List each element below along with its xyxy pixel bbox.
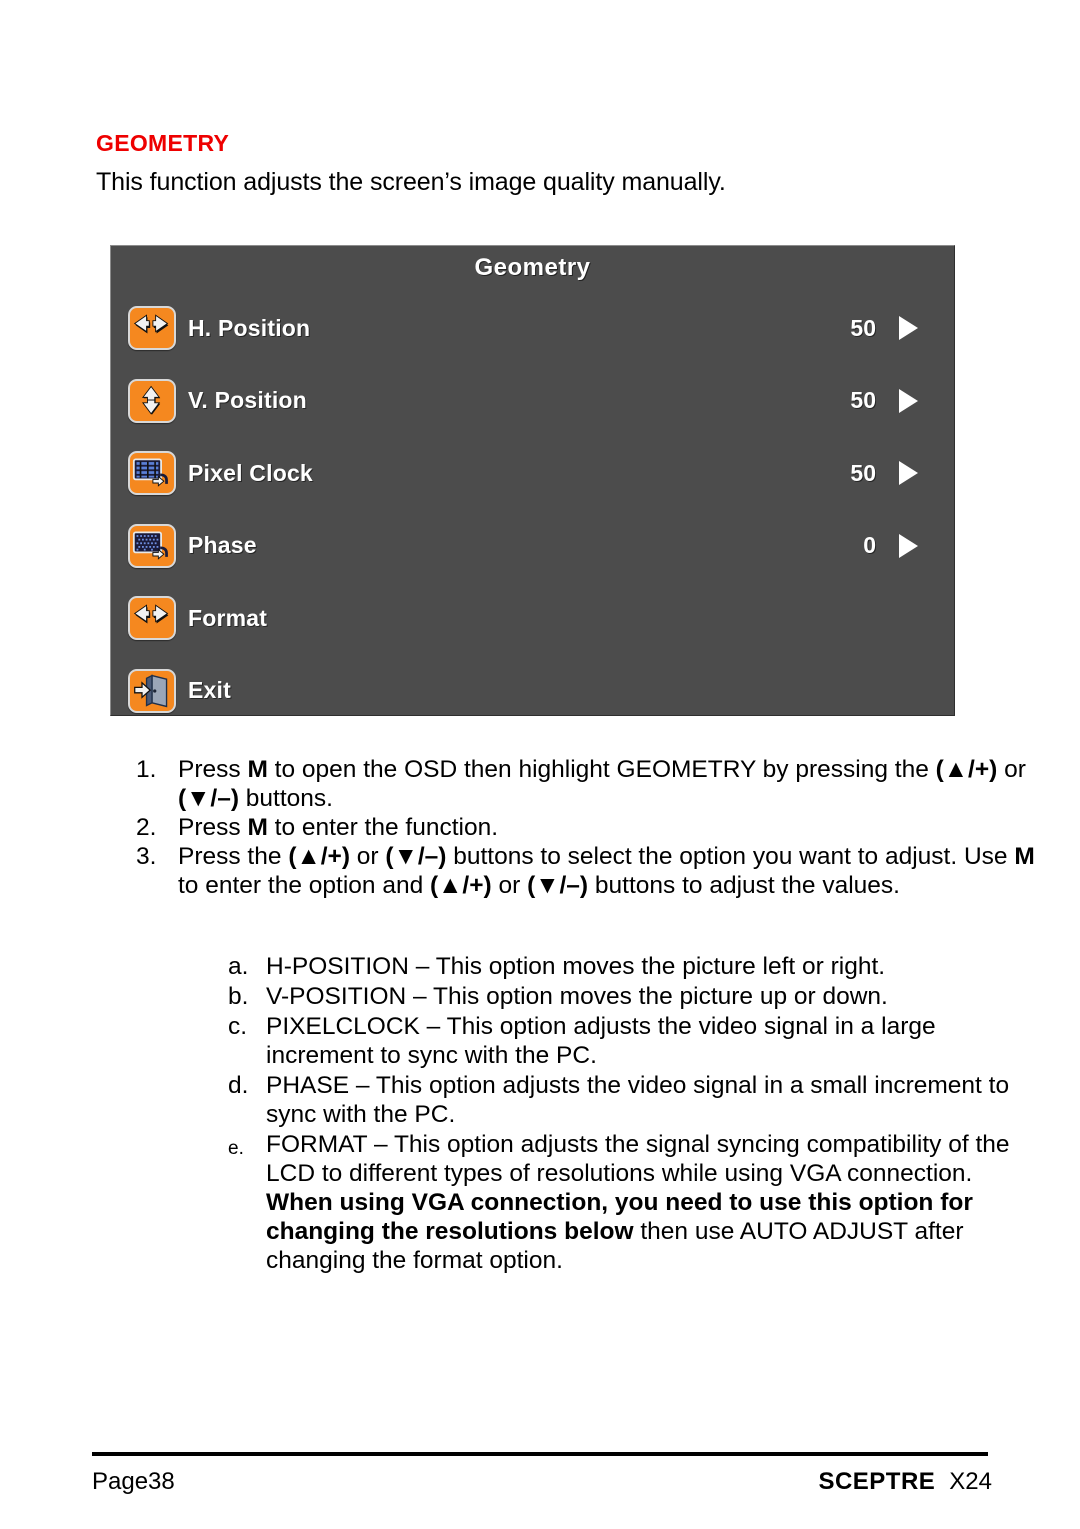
osd-row-label: Pixel Clock [188,459,313,486]
emphasis-text: (▲/+) [430,872,492,899]
substep-text: PIXELCLOCK – This option adjusts the vid… [266,1012,1028,1070]
step-marker: 3. [136,843,157,870]
osd-row-value: 0 [863,532,876,559]
horizontal-arrows-icon [128,596,176,641]
option-description: a. H-POSITION – This option moves the pic… [228,952,1028,981]
osd-row-label: Format [188,604,268,631]
manual-page: GEOMETRY This function adjusts the scree… [0,0,1080,1529]
osd-row-h-position[interactable]: H. Position 50 [111,292,954,365]
chevron-right-icon[interactable] [899,533,918,558]
chevron-right-icon[interactable] [899,316,918,341]
vertical-arrows-icon [128,378,176,423]
body-text: PHASE – This option adjusts the video si… [266,1072,1010,1128]
osd-row-label: H. Position [188,314,311,341]
osd-row-pixel-clock[interactable]: Pixel Clock 50 [111,437,954,510]
instruction-step: 1. Press M to open the OSD then highlight… [136,755,1051,813]
page-title: GEOMETRY [96,130,230,156]
body-text: buttons to select the option you want to… [446,843,1015,870]
substep-marker: a. [228,953,249,980]
option-description: c. PIXELCLOCK – This option adjusts the v… [228,1012,1028,1070]
footer-page-number: Page38 [92,1468,175,1495]
emphasis-text: (▲/+) [288,843,350,870]
osd-row-label: V. Position [188,387,307,414]
body-text: to enter the option and [178,872,430,899]
body-text: Press [178,756,248,783]
emphasis-text: (▼/–) [178,785,239,812]
footer-model: X24 [949,1468,992,1495]
osd-row-phase[interactable]: Phase 0 [111,510,954,583]
step-marker: 2. [136,814,157,841]
body-text: FORMAT – This option adjusts the signal … [266,1131,1010,1187]
exit-door-icon [128,668,176,713]
body-text: H-POSITION – This option moves the pictu… [266,953,886,980]
instruction-steps: 1. Press M to open the OSD then highlight… [136,755,1051,900]
body-text: or [491,872,528,899]
emphasis-text: M [1014,843,1035,870]
emphasis-text: (▼/–) [385,843,447,870]
substep-text: FORMAT – This option adjusts the signal … [266,1130,1028,1275]
substep-marker: e. [228,1138,244,1159]
phase-monitor-icon [128,523,176,568]
footer-brand: SCEPTRE [818,1468,936,1495]
substep-marker: b. [228,983,249,1010]
body-text: V-POSITION – This option moves the pictu… [266,983,888,1010]
instruction-step: 3. Press the (▲/+) or (▼/–) buttons to se… [136,842,1051,900]
osd-row-value: 50 [850,459,876,486]
chevron-right-icon[interactable] [899,388,918,413]
osd-title: Geometry [474,254,591,281]
substep-text: V-POSITION – This option moves the pictu… [266,982,1028,1011]
body-text: Press the [178,843,289,870]
substep-marker: d. [228,1072,249,1099]
body-text: PIXELCLOCK – This option adjusts the vid… [266,1013,936,1069]
emphasis-text: M [247,756,268,783]
body-text: buttons to adjust the values. [588,872,900,899]
substep-text: PHASE – This option adjusts the video si… [266,1071,1028,1129]
osd-row-value: 50 [850,387,876,414]
osd-row-label: Exit [188,677,231,704]
body-text: to open the OSD then highlight GEOMETRY … [267,756,936,783]
pixel-clock-monitor-icon [128,451,176,496]
horizontal-arrows-icon [128,306,176,351]
body-text: to enter the function. [267,814,499,841]
osd-row-value: 50 [850,314,876,341]
step-text: Press M to open the OSD then highlight G… [178,755,1051,813]
body-text: or [997,756,1026,783]
option-description: e. FORMAT – This option adjusts the signa… [228,1130,1028,1275]
emphasis-text: (▼/–) [527,872,589,899]
osd-row-label: Phase [188,532,257,559]
osd-menu-panel: Geometry H. Position 50 V. Position 50 Pixel… [110,245,955,716]
osd-row-v-position[interactable]: V. Position 50 [111,365,954,438]
footer-divider [92,1452,988,1456]
intro-paragraph: This function adjusts the screen’s image… [96,168,726,196]
substep-marker: c. [228,1013,248,1040]
emphasis-text: (▲/+) [935,756,998,783]
osd-menu-list: H. Position 50 V. Position 50 Pixel Clock 50 P… [111,292,954,727]
osd-row-format[interactable]: Format [111,582,954,655]
emphasis-text: M [247,814,268,841]
body-text: buttons. [239,785,333,812]
body-text: or [350,843,386,870]
step-marker: 1. [136,756,157,783]
instruction-step: 2. Press M to enter the function. [136,813,1051,842]
step-text: Press M to enter the function. [178,813,1051,842]
body-text: Press [178,814,248,841]
footer-brand-block: SCEPTRE X24 [818,1468,992,1496]
option-description: d. PHASE – This option adjusts the video … [228,1071,1028,1129]
option-description: b. V-POSITION – This option moves the pic… [228,982,1028,1011]
step-text: Press the (▲/+) or (▼/–) buttons to sele… [178,842,1051,900]
option-descriptions: a. H-POSITION – This option moves the pic… [228,952,1028,1276]
chevron-right-icon[interactable] [899,461,918,486]
substep-text: H-POSITION – This option moves the pictu… [266,952,1028,981]
osd-row-exit[interactable]: Exit [111,655,954,728]
